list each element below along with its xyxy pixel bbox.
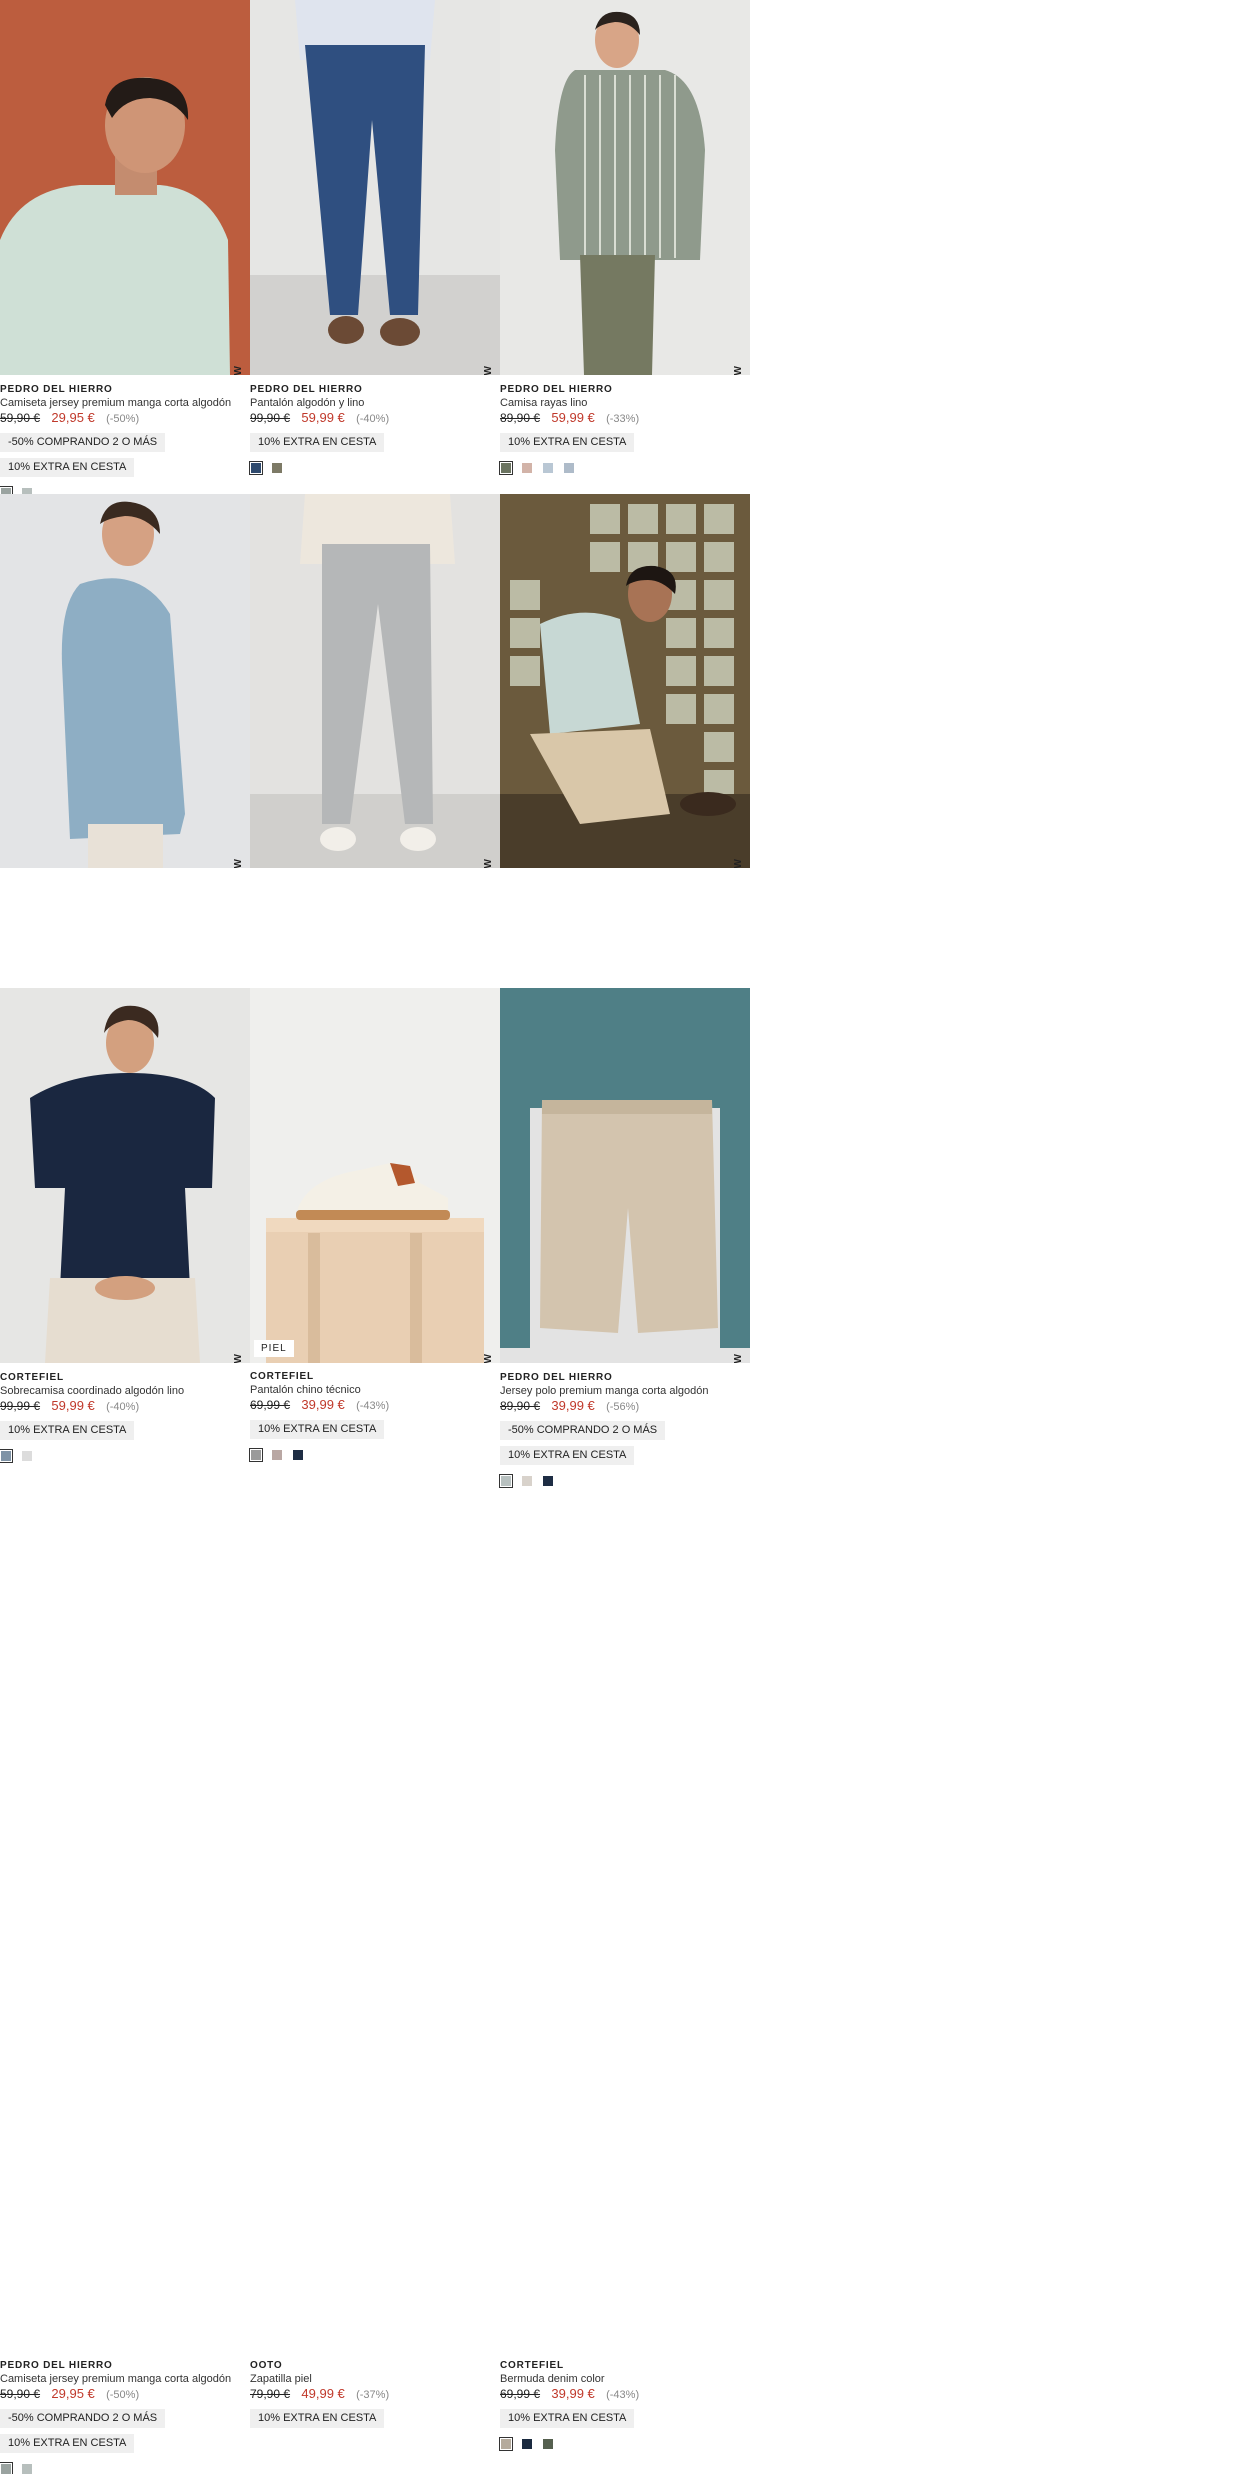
promo-badge: 10% EXTRA EN CESTA	[0, 458, 135, 477]
product-card[interactable]: NEW PEDRO DEL HIERRO Pantalón algodón y …	[249, 0, 500, 494]
color-swatch[interactable]	[22, 2464, 32, 2474]
old-price: 99,90 €	[250, 411, 291, 425]
product-prices: 89,90 € 59,99 € (-33%)	[500, 410, 750, 427]
color-swatches	[0, 2462, 250, 2474]
sale-price: 59,99 €	[301, 410, 345, 425]
product-image[interactable]: PIEL NEW	[250, 988, 500, 1363]
product-card[interactable]: NEW PEDRO DEL HIERRO Camiseta jersey pre…	[0, 0, 250, 500]
product-prices: 59,90 € 29,95 € (-50%)	[0, 2386, 250, 2403]
product-image[interactable]: NEW	[250, 494, 500, 868]
color-swatches	[499, 461, 750, 475]
color-swatch[interactable]	[543, 2439, 553, 2449]
color-swatches	[499, 2437, 750, 2451]
promo-badge: -50% COMPRANDO 2 O MÁS	[0, 2409, 166, 2428]
color-swatch[interactable]	[564, 463, 574, 473]
color-swatches	[249, 461, 500, 475]
sale-price: 39,99 €	[551, 2386, 595, 2401]
product-name[interactable]: Camiseta jersey premium manga corta algo…	[0, 396, 250, 410]
product-image[interactable]: NEW	[500, 0, 750, 375]
promo-badge: 10% EXTRA EN CESTA	[500, 2409, 635, 2428]
product-brand: OOTO	[250, 2360, 283, 2371]
sale-price: 29,95 €	[51, 2386, 95, 2401]
new-tag: NEW	[233, 365, 244, 375]
new-tag: NEW	[483, 365, 494, 375]
new-tag: NEW	[733, 365, 744, 375]
color-swatch[interactable]	[522, 463, 532, 473]
new-tag: NEW	[233, 858, 244, 868]
product-image[interactable]: NEW	[250, 0, 500, 375]
discount-percent: (-33%)	[606, 413, 640, 425]
product-image[interactable]: NEW	[0, 988, 250, 1363]
promo-badge: 10% EXTRA EN CESTA	[250, 2409, 385, 2428]
color-swatch[interactable]	[249, 461, 263, 475]
old-price: 69,99 €	[500, 2387, 541, 2401]
product-info: PEDRO DEL HIERRO Pantalón algodón y lino…	[249, 384, 500, 475]
product-info: OOTO Zapatilla piel 79,90 € 49,99 € (-37…	[250, 2360, 500, 2428]
promo-badge: 10% EXTRA EN CESTA	[0, 2434, 135, 2453]
color-swatch[interactable]	[543, 463, 553, 473]
product-brand: PEDRO DEL HIERRO	[250, 384, 363, 395]
new-tag: NEW	[733, 858, 744, 868]
old-price: 59,90 €	[0, 411, 41, 425]
color-swatch[interactable]	[499, 2437, 513, 2451]
product-image[interactable]: NEW	[500, 494, 750, 868]
discount-percent: (-50%)	[106, 413, 140, 425]
discount-percent: (-43%)	[606, 2389, 640, 2401]
product-brand: CORTEFIEL	[500, 2360, 564, 2371]
promo-badge: 10% EXTRA EN CESTA	[500, 433, 635, 452]
product-name[interactable]: Pantalón algodón y lino	[250, 396, 500, 410]
material-label: PIEL	[254, 1340, 294, 1357]
product-prices: 79,90 € 49,99 € (-37%)	[250, 2386, 500, 2403]
sale-price: 29,95 €	[51, 410, 95, 425]
old-price: 89,90 €	[500, 411, 541, 425]
product-card[interactable]: NEW CORTEFIEL Pantalón chino técnico 69,…	[249, 494, 500, 1462]
new-tag: NEW	[733, 1353, 744, 1363]
product-name[interactable]: Bermuda denim color	[500, 2372, 750, 2386]
promo-badge: 10% EXTRA EN CESTA	[250, 433, 385, 452]
old-price: 59,90 €	[0, 2387, 41, 2401]
sale-price: 59,99 €	[551, 410, 595, 425]
product-prices: 99,90 € 59,99 € (-40%)	[250, 410, 500, 427]
product-prices: 59,90 € 29,95 € (-50%)	[0, 410, 250, 427]
discount-percent: (-40%)	[356, 413, 390, 425]
product-prices: 69,99 € 39,99 € (-43%)	[500, 2386, 750, 2403]
product-image[interactable]: NEW	[0, 494, 250, 868]
product-info: PEDRO DEL HIERRO Camiseta jersey premium…	[0, 384, 250, 500]
new-tag: NEW	[483, 858, 494, 868]
product-info: CORTEFIEL Bermuda denim color 69,99 € 39…	[499, 2360, 750, 2451]
product-grid: NEW PEDRO DEL HIERRO Camiseta jersey pre…	[0, 0, 1250, 2474]
product-card[interactable]: NEW CORTEFIEL Sobrecamisa coordinado alg…	[0, 494, 250, 1463]
old-price: 79,90 €	[250, 2387, 291, 2401]
promo-badge: -50% COMPRANDO 2 O MÁS	[0, 433, 166, 452]
discount-percent: (-50%)	[106, 2389, 140, 2401]
sale-price: 49,99 €	[301, 2386, 345, 2401]
product-card[interactable]: NEW PEDRO DEL HIERRO Camiseta jersey pre…	[0, 988, 250, 2474]
product-info: PEDRO DEL HIERRO Camisa rayas lino 89,90…	[499, 384, 750, 475]
product-image[interactable]: NEW	[500, 988, 750, 1363]
product-info: PEDRO DEL HIERRO Camiseta jersey premium…	[0, 2360, 250, 2474]
product-name[interactable]: Zapatilla piel	[250, 2372, 500, 2386]
color-swatch[interactable]	[499, 461, 513, 475]
product-name[interactable]: Camiseta jersey premium manga corta algo…	[0, 2372, 250, 2386]
product-card[interactable]: NEW PEDRO DEL HIERRO Jersey polo premium…	[499, 494, 750, 1488]
new-tag: NEW	[233, 1353, 244, 1363]
color-swatch[interactable]	[272, 463, 282, 473]
product-brand: PEDRO DEL HIERRO	[0, 2360, 113, 2371]
product-card[interactable]: PIEL NEW OOTO Zapatilla piel 79,90 € 49,…	[250, 988, 500, 2428]
product-card[interactable]: NEW PEDRO DEL HIERRO Camisa rayas lino 8…	[499, 0, 750, 494]
product-name[interactable]: Camisa rayas lino	[500, 396, 750, 410]
product-card[interactable]: NEW CORTEFIEL Bermuda denim color 69,99 …	[499, 988, 750, 2451]
product-brand: PEDRO DEL HIERRO	[500, 384, 613, 395]
new-tag: NEW	[483, 1353, 494, 1363]
product-image[interactable]: NEW	[0, 0, 250, 375]
color-swatch[interactable]	[0, 2462, 13, 2474]
color-swatch[interactable]	[522, 2439, 532, 2449]
discount-percent: (-37%)	[356, 2389, 390, 2401]
product-brand: PEDRO DEL HIERRO	[0, 384, 113, 395]
